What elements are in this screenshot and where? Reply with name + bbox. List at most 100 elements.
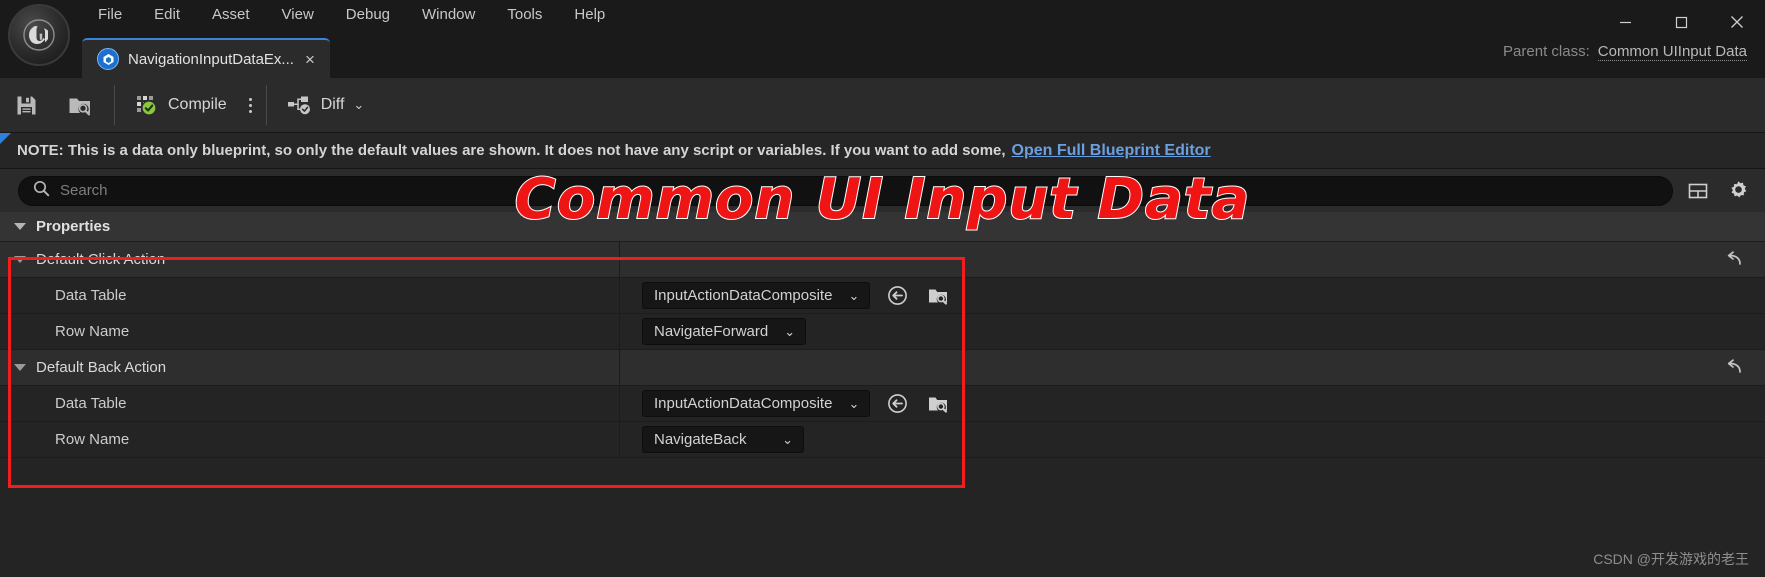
properties-section-header[interactable]: Properties xyxy=(0,212,1765,242)
chevron-down-icon: ⌄ xyxy=(353,97,365,112)
compile-label: Compile xyxy=(168,96,227,113)
maximize-button[interactable] xyxy=(1653,0,1709,44)
watermark: CSDN @开发游戏的老王 xyxy=(1593,551,1749,567)
note-corner-marker xyxy=(0,133,11,144)
property-row-data-table: Data Table InputActionDataComposite ⌄ xyxy=(0,386,1765,422)
unreal-engine-logo-icon xyxy=(8,4,70,66)
parent-class-link[interactable]: Common UIInput Data xyxy=(1597,43,1747,61)
property-name-cell: Data Table xyxy=(0,278,620,313)
search-placeholder: Search xyxy=(60,182,108,199)
property-label: Data Table xyxy=(55,395,127,412)
property-group-value-cell xyxy=(620,350,1765,385)
row-name-dropdown[interactable]: NavigateBack ⌄ xyxy=(642,426,804,453)
unreal-blueprint-editor-window: File Edit Asset View Debug Window Tools … xyxy=(0,0,1765,577)
menu-item-tools[interactable]: Tools xyxy=(491,0,558,30)
diff-button[interactable]: Diff ⌄ xyxy=(276,84,376,126)
tab-label: NavigationInputDataEx... xyxy=(128,50,294,68)
dropdown-value: InputActionDataComposite xyxy=(654,395,833,412)
property-value-cell: InputActionDataComposite ⌄ xyxy=(620,278,1765,313)
panel-empty-area xyxy=(0,489,1765,577)
menu-bar: File Edit Asset View Debug Window Tools … xyxy=(82,0,621,30)
property-group-label: Default Click Action xyxy=(36,251,166,268)
browse-content-button[interactable] xyxy=(56,84,105,126)
property-name-cell: Data Table xyxy=(0,386,620,421)
minimize-button[interactable] xyxy=(1597,0,1653,44)
property-group-default-back-action[interactable]: Default Back Action xyxy=(0,350,1765,386)
diff-label: Diff xyxy=(320,96,345,113)
browse-asset-icon[interactable] xyxy=(924,390,952,418)
property-name-cell: Row Name xyxy=(0,422,620,457)
reset-to-default-icon[interactable] xyxy=(1719,355,1745,381)
property-group-name-cell: Default Click Action xyxy=(0,242,620,277)
data-table-dropdown[interactable]: InputActionDataComposite ⌄ xyxy=(642,390,871,417)
row-name-dropdown[interactable]: NavigateForward ⌄ xyxy=(642,318,807,345)
chevron-down-icon: ⌄ xyxy=(782,431,793,447)
search-icon xyxy=(33,180,50,202)
property-label: Row Name xyxy=(55,323,130,340)
expander-triangle-icon[interactable] xyxy=(14,256,26,263)
toolbar-group-compile: Compile xyxy=(121,78,260,132)
title-bar: File Edit Asset View Debug Window Tools … xyxy=(0,0,1765,78)
property-row-data-table: Data Table InputActionDataComposite ⌄ xyxy=(0,278,1765,314)
search-input[interactable]: Search xyxy=(18,175,1673,206)
menu-item-edit[interactable]: Edit xyxy=(138,0,196,30)
toolbar: Compile Diff ⌄ xyxy=(0,78,1765,133)
property-value-cell: NavigateBack ⌄ xyxy=(620,422,1765,457)
section-title: Properties xyxy=(36,218,111,235)
expander-triangle-icon[interactable] xyxy=(14,364,26,371)
gear-icon[interactable] xyxy=(1723,176,1753,206)
open-full-blueprint-editor-link[interactable]: Open Full Blueprint Editor xyxy=(1012,142,1211,160)
parent-class: Parent class: Common UIInput Data xyxy=(1503,43,1747,61)
menu-item-file[interactable]: File xyxy=(82,0,138,30)
property-row-row-name: Row Name NavigateForward ⌄ xyxy=(0,314,1765,350)
browse-content-icon xyxy=(69,98,91,115)
diff-icon xyxy=(287,96,310,115)
expander-triangle-icon xyxy=(14,223,26,230)
note-text: NOTE: This is a data only blueprint, so … xyxy=(17,142,1006,159)
compile-options-icon[interactable] xyxy=(241,86,260,125)
menu-item-asset[interactable]: Asset xyxy=(196,0,266,30)
tab-strip: NavigationInputDataEx... × xyxy=(82,34,330,78)
property-label: Row Name xyxy=(55,431,130,448)
chevron-down-icon: ⌄ xyxy=(784,323,796,339)
close-icon[interactable]: × xyxy=(303,51,317,68)
blueprint-icon xyxy=(97,48,119,70)
save-icon xyxy=(17,96,36,114)
toolbar-group-diff: Diff ⌄ xyxy=(273,78,379,132)
data-table-dropdown[interactable]: InputActionDataComposite ⌄ xyxy=(642,282,871,309)
parent-class-label: Parent class: xyxy=(1503,43,1590,60)
properties-panel: Properties Default Click Action Data Tab… xyxy=(0,212,1765,458)
menu-item-help[interactable]: Help xyxy=(558,0,621,30)
use-selected-asset-icon[interactable] xyxy=(883,390,911,418)
window-controls xyxy=(1597,0,1765,44)
search-row: Search xyxy=(0,169,1765,212)
dropdown-value: NavigateForward xyxy=(654,323,769,340)
close-button[interactable] xyxy=(1709,0,1765,44)
chevron-down-icon: ⌄ xyxy=(848,395,860,411)
save-button[interactable] xyxy=(3,84,50,126)
menu-item-debug[interactable]: Debug xyxy=(330,0,406,30)
property-value-cell: InputActionDataComposite ⌄ xyxy=(620,386,1765,421)
compile-button[interactable]: Compile xyxy=(124,84,238,126)
toolbar-group-file xyxy=(0,78,108,132)
use-selected-asset-icon[interactable] xyxy=(883,282,911,310)
reset-to-default-icon[interactable] xyxy=(1719,247,1745,273)
property-name-cell: Row Name xyxy=(0,314,620,349)
column-settings-icon[interactable] xyxy=(1683,176,1713,206)
chevron-down-icon: ⌄ xyxy=(848,287,860,303)
menu-item-window[interactable]: Window xyxy=(406,0,491,30)
property-row-row-name: Row Name NavigateBack ⌄ xyxy=(0,422,1765,458)
menu-item-view[interactable]: View xyxy=(266,0,330,30)
compile-success-icon xyxy=(137,96,157,116)
property-group-name-cell: Default Back Action xyxy=(0,350,620,385)
property-value-cell: NavigateForward ⌄ xyxy=(620,314,1765,349)
toolbar-separator xyxy=(114,85,115,125)
browse-asset-icon[interactable] xyxy=(924,282,952,310)
toolbar-separator xyxy=(265,85,267,125)
tab-navigation-input-data[interactable]: NavigationInputDataEx... × xyxy=(82,38,330,78)
property-label: Data Table xyxy=(55,287,127,304)
dropdown-value: NavigateBack xyxy=(654,431,747,448)
property-group-value-cell xyxy=(620,242,1765,277)
dropdown-value: InputActionDataComposite xyxy=(654,287,833,304)
property-group-default-click-action[interactable]: Default Click Action xyxy=(0,242,1765,278)
